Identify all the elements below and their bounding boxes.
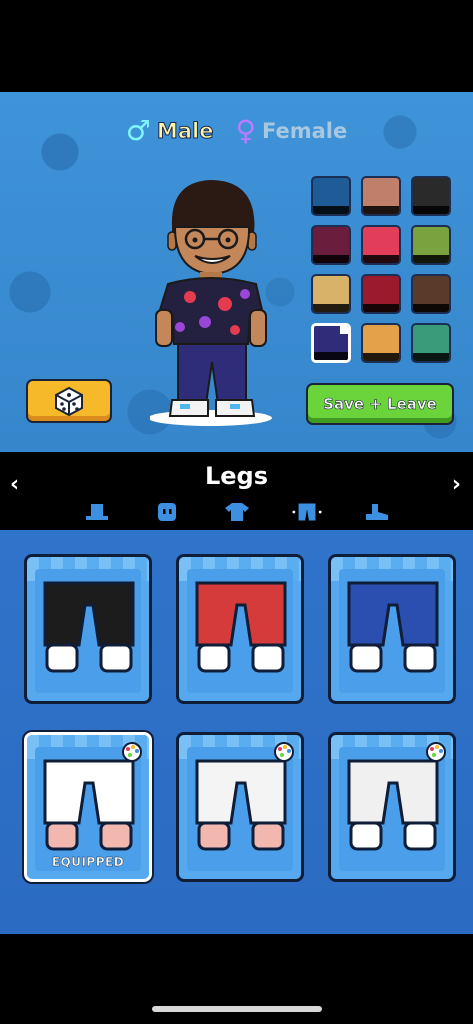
palette-icon [426,742,446,762]
pants-preview [43,759,135,851]
avatar-figure [150,180,272,426]
pants-preview [347,581,439,673]
avatar-stage: ♂ Male ♀ Female Save + Leave [0,92,473,452]
color-swatch[interactable] [361,225,401,265]
color-swatch[interactable] [361,176,401,216]
pants-preview [347,759,439,851]
pants-preview [43,581,135,673]
save-and-leave-button[interactable]: Save + Leave [306,383,454,425]
color-swatch[interactable] [411,176,451,216]
leg-item-card[interactable] [176,732,304,882]
shirt-icon[interactable] [221,500,253,524]
color-swatch[interactable] [361,323,401,363]
palette-icon [274,742,294,762]
pants-preview [195,759,287,851]
next-category-arrow[interactable]: › [452,472,461,497]
male-icon: ♂ [125,114,151,147]
gender-selector: ♂ Male ♀ Female [0,114,473,147]
color-swatch[interactable] [411,274,451,314]
gender-male-option[interactable]: ♂ Male [126,114,214,147]
leg-item-card[interactable] [328,732,456,882]
color-swatch[interactable] [311,176,351,216]
color-swatch[interactable] [311,225,351,265]
color-swatch[interactable] [411,225,451,265]
pants-icon[interactable] [291,500,323,524]
category-tabs [0,500,473,524]
palette-icon [122,742,142,762]
color-swatch[interactable] [311,323,351,363]
gender-female-label: Female [261,118,348,143]
home-indicator[interactable] [152,1006,322,1012]
face-icon[interactable] [151,500,183,524]
pants-preview [195,581,287,673]
color-swatch[interactable] [411,323,451,363]
shoes-icon[interactable] [361,500,393,524]
status-bar-area [0,0,473,92]
female-icon: ♀ [235,114,256,147]
equipped-label: EQUIPPED [51,855,125,869]
category-header: ‹ Legs › [0,452,473,530]
gender-female-option[interactable]: ♀ Female [235,114,347,147]
leg-item-card[interactable] [328,554,456,704]
randomize-button[interactable] [26,379,112,423]
item-grid: EQUIPPED [0,530,473,934]
color-swatch[interactable] [311,274,351,314]
category-title: Legs [204,462,269,490]
color-swatch[interactable] [361,274,401,314]
leg-item-card[interactable]: EQUIPPED [24,732,152,882]
leg-item-card[interactable] [24,554,152,704]
gender-male-label: Male [156,118,214,143]
leg-item-card[interactable] [176,554,304,704]
dice-icon [55,386,83,416]
hat-icon[interactable] [81,500,113,524]
color-swatch-grid [311,176,453,363]
